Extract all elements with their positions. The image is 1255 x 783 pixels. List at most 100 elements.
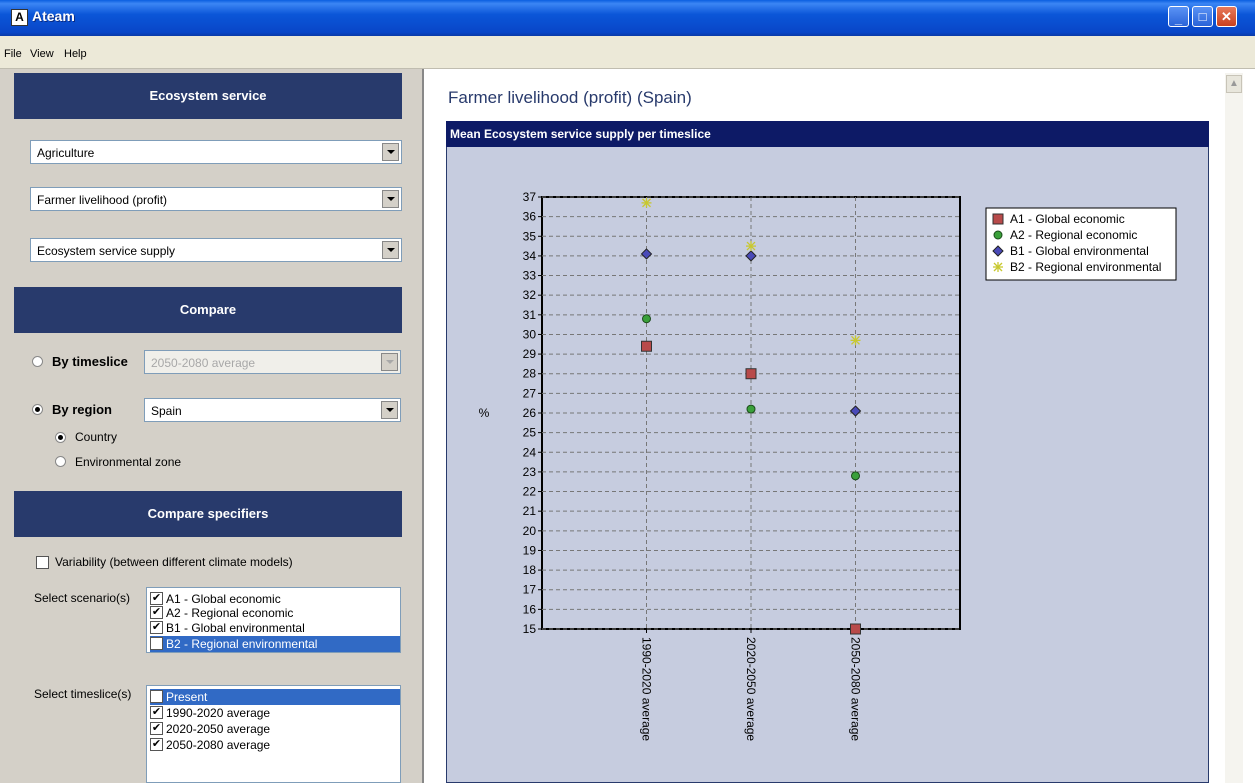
chevron-down-icon[interactable]: [382, 143, 399, 161]
compare-header: Compare: [14, 287, 402, 333]
timeslice-dropdown: 2050-2080 average: [144, 350, 401, 374]
timeslice-value: 2050-2080 average: [151, 356, 256, 370]
y-tick-label: 20: [523, 524, 537, 538]
checkbox[interactable]: [150, 690, 163, 703]
indicator-dropdown[interactable]: Ecosystem service supply: [30, 238, 402, 262]
data-point: [746, 241, 756, 252]
region-value: Spain: [151, 404, 182, 418]
scenario-item-selected[interactable]: ✔ B2 - Regional environmental: [150, 636, 400, 652]
scenario-label: B1 - Global environmental: [166, 621, 305, 635]
timeslice-item[interactable]: ✔ 2050-2080 average: [150, 737, 400, 753]
legend-marker: [992, 213, 1004, 225]
chevron-down-icon[interactable]: [382, 241, 399, 259]
data-point: [850, 623, 861, 635]
y-tick-label: 30: [523, 327, 537, 341]
timeslice-item-selected[interactable]: Present: [150, 689, 400, 705]
menu-view[interactable]: View: [30, 48, 54, 60]
sector-value: Agriculture: [37, 146, 95, 160]
menu-bar: File View Help: [0, 36, 1255, 69]
service-value: Farmer livelihood (profit): [37, 193, 168, 207]
checkbox[interactable]: ✔: [150, 621, 163, 634]
timeslice-label: 1990-2020 average: [166, 706, 271, 720]
y-tick-label: 24: [523, 445, 537, 459]
country-label: Country: [75, 430, 118, 444]
y-tick-label: 28: [523, 367, 537, 381]
legend-label: A1 - Global economic: [1010, 212, 1125, 226]
country-radio[interactable]: [55, 432, 66, 443]
scenario-label: A2 - Regional economic: [166, 606, 294, 620]
legend-label: B1 - Global environmental: [1010, 244, 1149, 258]
variability-label: Variability (between different climate m…: [55, 555, 293, 569]
by-timeslice-label: By timeslice: [52, 354, 128, 369]
data-point: [746, 404, 756, 414]
checkbox[interactable]: ✔: [150, 606, 163, 619]
chevron-down-icon[interactable]: [382, 190, 399, 208]
scatter-chart: 15 16 17 18 19 20 21 22 23 24 25 26 27 28 29 30 31 32 33 34…: [479, 190, 1177, 741]
y-tick-label: 19: [523, 543, 537, 557]
indicator-value: Ecosystem service supply: [37, 244, 176, 258]
chevron-down-icon[interactable]: [381, 401, 398, 419]
region-dropdown[interactable]: Spain: [144, 398, 401, 422]
y-tick-label: 37: [523, 190, 537, 204]
page-title: Farmer livelihood (profit) (Spain): [448, 88, 692, 107]
variability-checkbox[interactable]: [36, 556, 49, 569]
scenario-label: A1 - Global economic: [166, 592, 281, 606]
y-tick-label: 22: [523, 485, 537, 499]
y-tick-label: 31: [523, 308, 537, 322]
close-button[interactable]: ✕: [1216, 6, 1237, 27]
timeslice-item[interactable]: ✔ 1990-2020 average: [150, 705, 400, 721]
maximize-icon: □: [1198, 9, 1207, 24]
app-icon: A: [11, 9, 28, 26]
close-icon: ✕: [1221, 9, 1232, 24]
y-axis-label: %: [479, 406, 490, 420]
timeslice-item[interactable]: ✔ 2020-2050 average: [150, 721, 400, 737]
timeslice-listbox[interactable]: Present ✔ 1990-2020 average ✔ 2020-2050 …: [146, 685, 401, 783]
y-tick-label: 35: [523, 229, 537, 243]
chart-header: Mean Ecosystem service supply per timesl…: [446, 121, 1209, 147]
checkbox[interactable]: ✔: [150, 592, 163, 605]
checkbox[interactable]: ✔: [150, 722, 163, 735]
sector-dropdown[interactable]: Agriculture: [30, 140, 402, 164]
minimize-button[interactable]: _: [1168, 6, 1189, 27]
scenario-listbox[interactable]: ✔ A1 - Global economic ✔ A2 - Regional e…: [146, 587, 401, 653]
x-tick-label: 2050-2080 average: [849, 637, 863, 741]
vertical-scrollbar[interactable]: [1225, 73, 1243, 783]
scroll-up-icon[interactable]: ▲: [1226, 75, 1242, 93]
service-dropdown[interactable]: Farmer livelihood (profit): [30, 187, 402, 211]
y-tick-label: 32: [523, 288, 537, 302]
x-tick-label: 1990-2020 average: [640, 637, 654, 741]
y-tick-label: 17: [523, 583, 537, 597]
by-region-radio[interactable]: [32, 404, 43, 415]
scenario-item[interactable]: ✔ A2 - Regional economic: [150, 605, 400, 621]
scenario-label: B2 - Regional environmental: [166, 637, 318, 651]
y-tick-label: 16: [523, 602, 537, 616]
by-timeslice-radio[interactable]: [32, 356, 43, 367]
menu-file[interactable]: File: [4, 48, 22, 60]
data-point: [745, 368, 757, 380]
scenario-item[interactable]: ✔ B1 - Global environmental: [150, 620, 400, 636]
environmental-zone-radio[interactable]: [55, 456, 66, 467]
y-tick-label: 33: [523, 269, 537, 283]
left-panel: [0, 69, 418, 783]
legend-label: A2 - Regional economic: [1010, 228, 1137, 242]
y-tick-label: 21: [523, 504, 537, 518]
environmental-zone-label: Environmental zone: [75, 455, 182, 469]
data-point: [641, 340, 652, 352]
y-tick-label: 29: [523, 347, 537, 361]
legend-marker: [993, 262, 1003, 272]
maximize-button[interactable]: □: [1192, 6, 1213, 27]
legend-marker: [993, 230, 1003, 240]
y-tick-label: 27: [523, 386, 537, 400]
x-tick-label: 2020-2050 average: [744, 637, 758, 741]
window-title: Ateam: [32, 8, 75, 24]
data-point: [641, 197, 652, 208]
timeslice-label: Present: [166, 690, 208, 704]
timeslice-label: 2050-2080 average: [166, 738, 271, 752]
timeslices-label: Select timeslice(s): [34, 687, 132, 701]
by-region-label: By region: [52, 402, 112, 417]
checkbox[interactable]: ✔: [150, 706, 163, 719]
checkbox[interactable]: ✔: [150, 637, 163, 650]
title-bar[interactable]: A Ateam _ □ ✕: [0, 0, 1255, 36]
checkbox[interactable]: ✔: [150, 738, 163, 751]
menu-help[interactable]: Help: [64, 48, 87, 60]
